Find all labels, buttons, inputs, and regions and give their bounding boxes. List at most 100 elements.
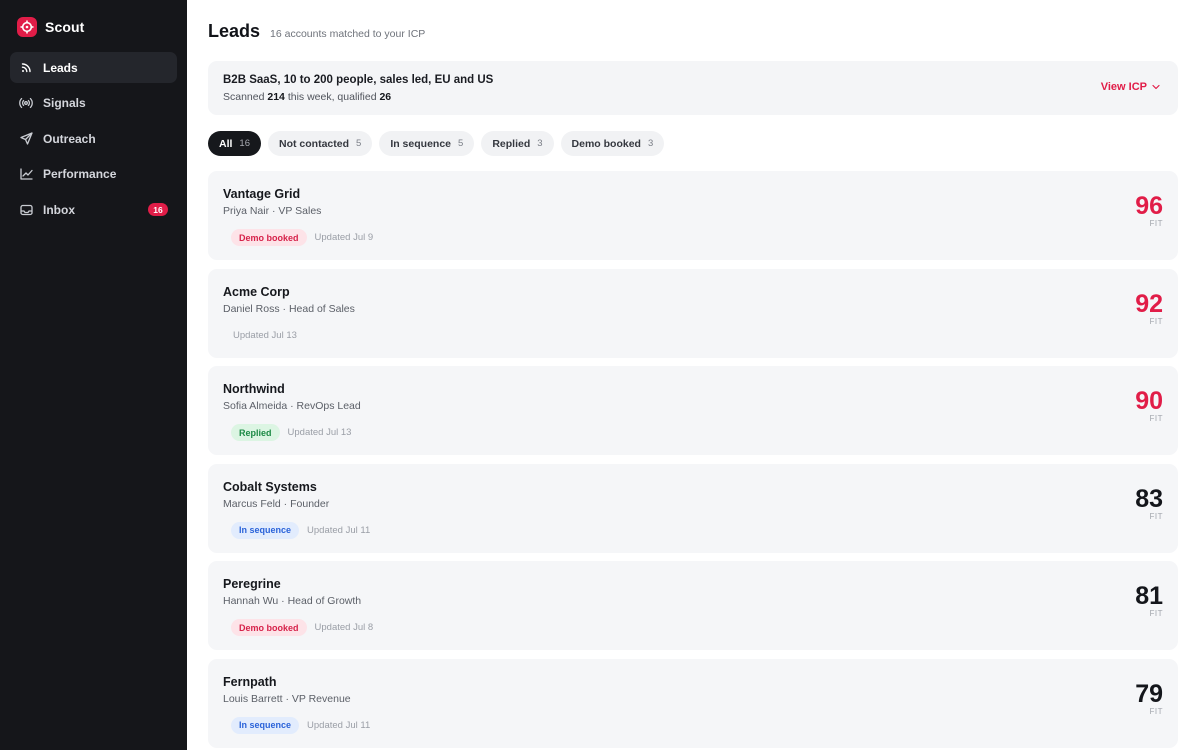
filter-label: Demo booked — [571, 137, 641, 150]
lead-meta: Demo booked Updated Jul 8 — [231, 619, 374, 636]
brand[interactable]: Scout — [17, 16, 84, 38]
filter-count: 5 — [458, 138, 464, 149]
inbox-icon — [19, 203, 33, 217]
sidebar-item-label: Leads — [43, 60, 78, 75]
lead-meta: In sequence Updated Jul 11 — [231, 716, 371, 734]
fit-score: 92 FIT — [1135, 290, 1163, 326]
fit-score: 83 FIT — [1135, 485, 1163, 521]
lead-meta: Demo booked Updated Jul 9 — [231, 229, 374, 246]
status-badge: In sequence — [231, 716, 300, 734]
lead-card[interactable]: Vantage Grid Priya Nair · VP Sales Demo … — [208, 171, 1178, 260]
icp-stats-label: Scanned — [223, 91, 265, 103]
send-icon — [19, 132, 33, 146]
updated-date: Updated Jul 13 — [233, 329, 297, 341]
company-name: Fernpath — [223, 674, 277, 689]
updated-date: Updated Jul 11 — [307, 524, 371, 536]
updated-date: Updated Jul 9 — [314, 232, 374, 243]
filter-label: Replied — [492, 137, 531, 150]
company-name: Northwind — [223, 382, 285, 396]
main-content: Leads 16 accounts matched to your ICP B2… — [187, 0, 1200, 750]
view-icp-label: View ICP — [1100, 81, 1147, 93]
contact-info: Sofia Almeida · RevOps Lead — [223, 400, 361, 412]
lead-card[interactable]: Acme Corp Daniel Ross · Head of Sales Up… — [208, 268, 1178, 358]
inbox-badge: 16 — [148, 203, 168, 216]
fit-score-value: 90 — [1135, 387, 1163, 415]
updated-date: Updated Jul 8 — [314, 622, 374, 633]
qualified-count: 26 — [379, 91, 392, 103]
filter-in-sequence[interactable]: In sequence 5 — [379, 131, 475, 156]
filter-label: In sequence — [390, 137, 452, 150]
sidebar-item-label: Signals — [43, 96, 86, 110]
company-name: Cobalt Systems — [223, 479, 317, 494]
page-header: Leads 16 accounts matched to your ICP — [208, 21, 425, 42]
app-name: Scout — [45, 19, 85, 35]
updated-date: Updated Jul 11 — [307, 719, 371, 731]
fit-score-label: FIT — [1149, 219, 1163, 228]
fit-score-value: 81 — [1135, 582, 1163, 610]
sidebar-item-performance[interactable]: Performance — [10, 159, 177, 190]
target-icon — [17, 17, 37, 37]
fit-score-value: 92 — [1135, 289, 1163, 318]
filter-count: 3 — [647, 138, 654, 149]
filter-all[interactable]: All 16 — [208, 131, 261, 156]
rss-icon — [19, 61, 33, 75]
contact-info: Priya Nair · VP Sales — [223, 205, 322, 217]
sidebar-item-leads[interactable]: Leads — [10, 52, 177, 83]
filter-label: Not contacted — [279, 137, 350, 150]
lead-card[interactable]: Northwind Sofia Almeida · RevOps Lead Re… — [208, 366, 1178, 455]
scanned-count: 214 — [267, 91, 285, 103]
sidebar-item-outreach[interactable]: Outreach — [10, 123, 177, 154]
company-name: Peregrine — [223, 577, 281, 591]
company-name: Vantage Grid — [223, 187, 301, 201]
sidebar-item-signals[interactable]: Signals — [10, 88, 177, 119]
fit-score: 90 FIT — [1135, 387, 1163, 423]
filter-tabs: All 16 Not contacted 5 In sequence 5 Rep… — [208, 131, 671, 156]
fit-score-label: FIT — [1149, 706, 1163, 716]
status-badge: In sequence — [231, 521, 300, 539]
sidebar-item-label: Performance — [43, 167, 117, 181]
status-badge: Replied — [231, 424, 280, 441]
sidebar-nav: Leads Signals Outreach Performance Inbox… — [10, 52, 177, 230]
contact-info: Hannah Wu · Head of Growth — [223, 595, 362, 607]
fit-score-value: 96 — [1135, 192, 1163, 220]
updated-date: Updated Jul 13 — [287, 427, 352, 438]
lead-card[interactable]: Peregrine Hannah Wu · Head of Growth Dem… — [208, 561, 1178, 650]
filter-demo-booked[interactable]: Demo booked 3 — [560, 131, 665, 156]
fit-score-value: 83 — [1135, 484, 1163, 513]
broadcast-icon — [19, 96, 33, 110]
fit-score-label: FIT — [1149, 511, 1163, 521]
fit-score-label: FIT — [1149, 609, 1163, 618]
filter-count: 3 — [537, 138, 543, 149]
icp-title: B2B SaaS, 10 to 200 people, sales led, E… — [223, 74, 494, 86]
company-name: Acme Corp — [223, 284, 290, 299]
lead-card[interactable]: Fernpath Louis Barrett · VP Revenue In s… — [208, 658, 1178, 748]
contact-info: Marcus Feld · Founder — [223, 497, 330, 510]
fit-score: 79 FIT — [1135, 680, 1163, 716]
fit-score-value: 79 — [1135, 679, 1163, 708]
status-badge: Demo booked — [231, 619, 307, 636]
page-subtitle: 16 accounts matched to your ICP — [270, 28, 426, 40]
filter-replied[interactable]: Replied 3 — [481, 131, 554, 156]
filter-label: All — [219, 137, 233, 150]
filter-count: 5 — [356, 138, 362, 149]
lead-meta: In sequence Updated Jul 11 — [231, 521, 371, 539]
icp-stats-label: this week, qualified — [287, 91, 377, 103]
filter-not-contacted[interactable]: Not contacted 5 — [268, 131, 373, 156]
sidebar: Scout Leads Signals Outreach Performance… — [0, 0, 187, 750]
fit-score: 81 FIT — [1135, 582, 1163, 618]
icp-summary: B2B SaaS, 10 to 200 people, sales led, E… — [208, 61, 1178, 115]
chart-line-icon — [19, 167, 33, 181]
lead-list: Vantage Grid Priya Nair · VP Sales Demo … — [208, 171, 1178, 750]
status-badge: Demo booked — [231, 229, 307, 246]
icp-stats: Scanned 214 this week, qualified 26 — [223, 91, 391, 103]
page-title: Leads — [208, 21, 261, 41]
contact-info: Louis Barrett · VP Revenue — [223, 692, 351, 705]
lead-meta: Replied Updated Jul 13 — [231, 424, 352, 441]
lead-card[interactable]: Cobalt Systems Marcus Feld · Founder In … — [208, 463, 1178, 553]
filter-count: 16 — [239, 138, 250, 149]
fit-score-label: FIT — [1149, 316, 1163, 326]
view-icp-button[interactable]: View ICP — [1101, 81, 1160, 93]
contact-info: Daniel Ross · Head of Sales — [223, 302, 355, 315]
sidebar-item-inbox[interactable]: Inbox 16 — [10, 194, 177, 225]
fit-score: 96 FIT — [1135, 192, 1163, 228]
